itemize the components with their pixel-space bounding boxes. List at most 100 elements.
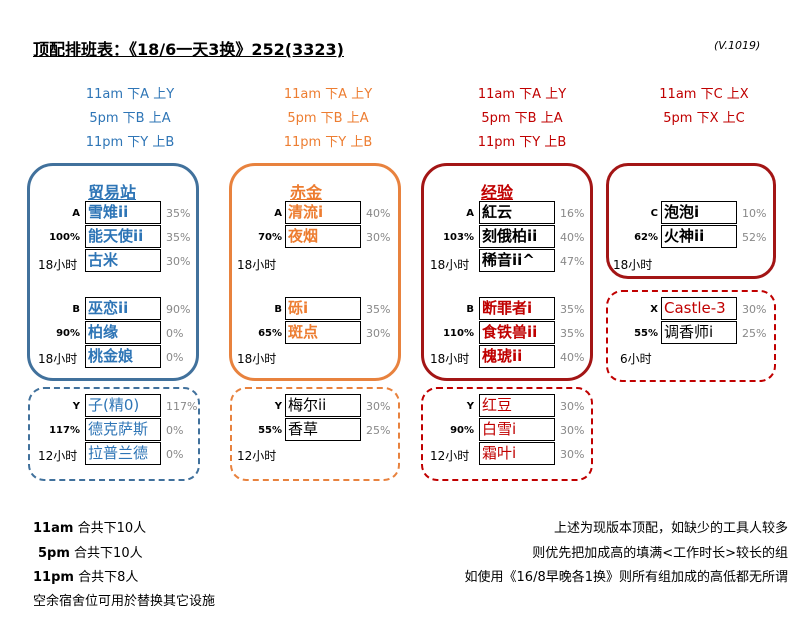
slot-label: Y	[72, 401, 80, 412]
bonus-label: 55%	[634, 328, 658, 339]
bonus-label: 103%	[443, 232, 474, 243]
slot-label: Y	[274, 401, 282, 412]
efficiency-value: 10%	[742, 207, 767, 220]
slot-label: X	[650, 304, 658, 315]
operator-cell: 火神ii	[661, 225, 737, 248]
group-name-exp: 经验	[481, 183, 514, 202]
hours-label: 18小时	[237, 352, 277, 366]
operator-cell: 泡泡i	[661, 201, 737, 224]
slot-label: B	[466, 304, 474, 315]
schedule-line: 5pm 下X 上C	[663, 111, 745, 126]
efficiency-value: 30%	[366, 231, 391, 244]
footer-right-line: 则优先把加成高的填满<工作时长>较长的组	[532, 546, 788, 561]
schedule-line: 11pm 下Y 上B	[85, 135, 175, 150]
operator-cell: 德克萨斯	[85, 418, 161, 441]
operator-cell: 刻俄柏ii	[479, 225, 555, 248]
efficiency-value: 16%	[560, 207, 585, 220]
operator-cell: 子(精0)	[85, 394, 161, 417]
operator-cell: Castle-3	[661, 297, 737, 320]
schedule-extra: 11am 下C 上X 5pm 下X 上C	[624, 83, 784, 131]
footer-time: 11am	[33, 521, 74, 536]
operator-cell: 清流i	[285, 201, 361, 224]
operator-cell: 断罪者i	[479, 297, 555, 320]
operator-cell: 槐琥ii	[479, 345, 555, 368]
slot-label: A	[274, 208, 282, 219]
hours-label: 18小时	[430, 258, 470, 272]
efficiency-value: 0%	[166, 351, 184, 364]
footer-summary-line: 11pm 合共下8人	[33, 566, 138, 585]
footer-note: 空余宿舍位可用於替换其它设施	[33, 594, 216, 609]
slot-label: B	[274, 304, 282, 315]
slot-label: A	[466, 208, 474, 219]
operator-cell: 雪雉ii	[85, 201, 161, 224]
hours-label: 18小时	[430, 352, 470, 366]
operator-cell: 能天使ii	[85, 225, 161, 248]
hours-label: 6小时	[620, 352, 652, 366]
efficiency-value: 40%	[560, 231, 585, 244]
efficiency-value: 30%	[366, 327, 391, 340]
operator-cell: 柏缘	[85, 321, 161, 344]
footer-text: 合共下8人	[78, 570, 139, 585]
version-label: (V.1019)	[714, 39, 761, 52]
hours-label: 12小时	[430, 449, 470, 463]
operator-cell: 白雪i	[479, 418, 555, 441]
bonus-label: 90%	[56, 328, 80, 339]
footer-summary-line: 5pm 合共下10人	[38, 542, 143, 561]
schedule-red-gold: 11am 下A 上Y 5pm 下B 上A 11pm 下Y 上B	[248, 83, 408, 155]
schedule-line: 11pm 下Y 上B	[283, 135, 373, 150]
bonus-label: 100%	[49, 232, 80, 243]
operator-cell: 梅尔ii	[285, 394, 361, 417]
efficiency-value: 90%	[166, 303, 191, 316]
efficiency-value: 52%	[742, 231, 767, 244]
operator-cell: 斑点	[285, 321, 361, 344]
footer-text: 合共下10人	[77, 521, 147, 536]
operator-cell: 香草	[285, 418, 361, 441]
efficiency-value: 40%	[366, 207, 391, 220]
schedule-line: 5pm 下B 上A	[287, 111, 369, 126]
group-name-red-gold: 赤金	[290, 183, 323, 202]
efficiency-value: 35%	[560, 327, 585, 340]
bonus-label: 70%	[258, 232, 282, 243]
operator-cell: 调香师i	[661, 321, 737, 344]
hours-label: 18小时	[38, 352, 78, 366]
efficiency-value: 30%	[560, 400, 585, 413]
bonus-label: 110%	[443, 328, 474, 339]
slot-label: C	[650, 208, 658, 219]
operator-cell: 稀音ii^	[479, 249, 555, 272]
operator-cell: 桃金娘	[85, 345, 161, 368]
bonus-label: 117%	[49, 425, 80, 436]
hours-label: 12小时	[237, 449, 277, 463]
footer-time: 11pm	[33, 570, 74, 585]
operator-cell: 红豆	[479, 394, 555, 417]
efficiency-value: 30%	[366, 400, 391, 413]
operator-cell: 霜叶i	[479, 442, 555, 465]
footer-right-line: 上述为现版本顶配，如缺少的工具人较多	[553, 521, 788, 536]
operator-cell: 食铁兽ii	[479, 321, 555, 344]
efficiency-value: 30%	[560, 448, 585, 461]
page-title: 顶配排班表：《18/6一天3换》252(3323)	[33, 40, 344, 59]
operator-cell: 拉普兰德	[85, 442, 161, 465]
efficiency-value: 35%	[366, 303, 391, 316]
efficiency-value: 35%	[166, 207, 191, 220]
efficiency-value: 47%	[560, 255, 585, 268]
slot-label: A	[72, 208, 80, 219]
slot-label: B	[72, 304, 80, 315]
bonus-label: 62%	[634, 232, 658, 243]
bonus-label: 65%	[258, 328, 282, 339]
footer-time: 5pm	[38, 546, 70, 561]
efficiency-value: 25%	[742, 327, 767, 340]
efficiency-value: 0%	[166, 327, 184, 340]
schedule-exp: 11am 下A 上Y 5pm 下B 上A 11pm 下Y 上B	[442, 83, 602, 155]
efficiency-value: 35%	[166, 231, 191, 244]
efficiency-value: 0%	[166, 448, 184, 461]
schedule-line: 5pm 下B 上A	[481, 111, 563, 126]
footer-right-line: 如使用《16/8早晚各1换》则所有组加成的高低都无所谓	[464, 570, 788, 585]
hours-label: 18小时	[237, 258, 277, 272]
efficiency-value: 117%	[166, 400, 198, 413]
schedule-line: 5pm 下B 上A	[89, 111, 171, 126]
efficiency-value: 35%	[560, 303, 585, 316]
group-name-trade: 贸易站	[88, 183, 137, 202]
hours-label: 12小时	[38, 449, 78, 463]
efficiency-value: 0%	[166, 424, 184, 437]
efficiency-value: 25%	[366, 424, 391, 437]
